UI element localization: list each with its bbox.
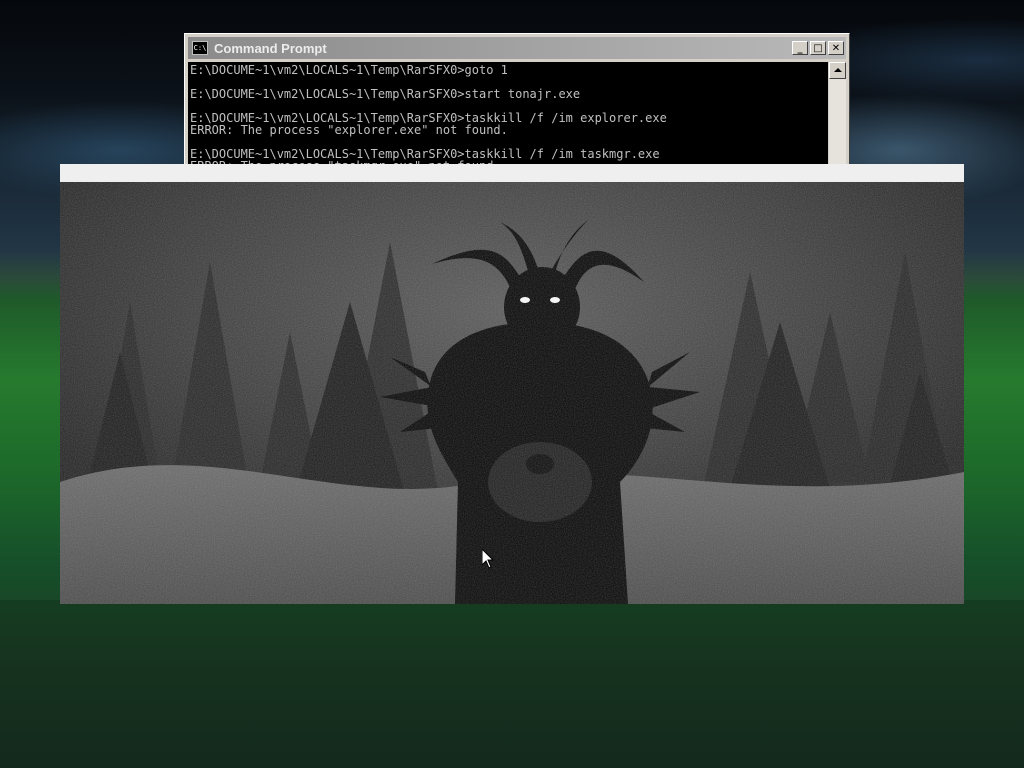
scroll-up-arrow-icon[interactable] [829,62,846,79]
minimize-button[interactable]: _ [792,41,808,55]
close-button[interactable]: ✕ [828,41,844,55]
console-line: E:\DOCUME~1\vm2\LOCALS~1\Temp\RarSFX0>st… [190,87,581,101]
console-line: ERROR: The process "explorer.exe" not fo… [190,123,508,137]
console-icon: C:\ [192,41,208,55]
image-window-titlebar[interactable] [60,164,964,182]
maximize-button[interactable]: □ [810,41,826,55]
console-output[interactable]: E:\DOCUME~1\vm2\LOCALS~1\Temp\RarSFX0>go… [188,62,828,172]
creature-scene-illustration [60,182,964,604]
creature-image [60,182,964,604]
window-title: Command Prompt [214,40,327,56]
image-popup-window[interactable] [60,164,964,604]
wallpaper-hill-shade [0,600,1024,768]
vertical-scrollbar[interactable] [829,62,846,172]
command-prompt-titlebar[interactable]: C:\ Command Prompt _ □ ✕ [188,37,846,59]
arrow-cursor-icon [481,547,495,569]
console-line: E:\DOCUME~1\vm2\LOCALS~1\Temp\RarSFX0>go… [190,63,508,77]
command-prompt-window[interactable]: C:\ Command Prompt _ □ ✕ E:\DOCUME~1\vm2… [184,33,850,173]
